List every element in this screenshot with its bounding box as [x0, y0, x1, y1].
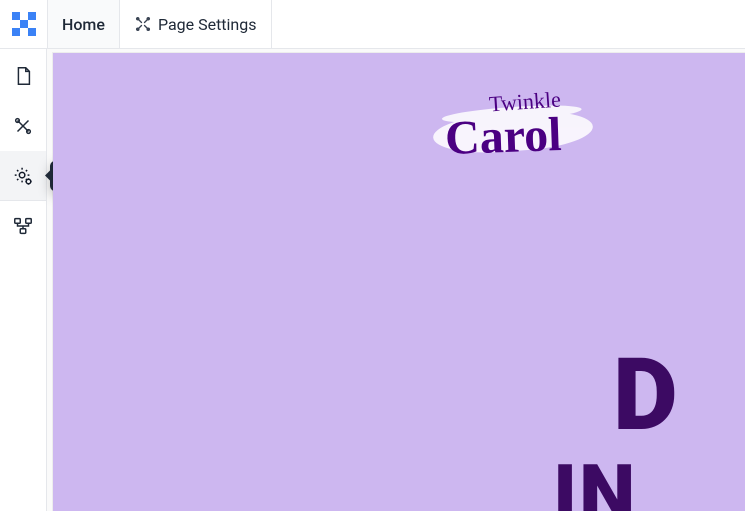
hero-line-1: D	[613, 353, 680, 438]
sidebar-item-components[interactable]	[0, 201, 46, 251]
app-body: Site Settings Twinkle Carol D IN	[0, 49, 745, 511]
tab-home[interactable]: Home	[48, 0, 120, 48]
app-logo[interactable]	[0, 0, 48, 48]
sidebar: Site Settings	[0, 49, 47, 511]
tab-page-settings[interactable]: Page Settings	[120, 0, 272, 48]
hero-line-2: IN	[553, 458, 680, 511]
sidebar-item-appearance[interactable]	[0, 101, 46, 151]
sidebar-item-site-settings[interactable]: Site Settings	[0, 151, 46, 201]
tab-label: Page Settings	[158, 15, 257, 34]
tools-icon	[134, 15, 152, 33]
design-icon	[12, 115, 34, 137]
hero-heading: D IN	[613, 353, 680, 511]
site-brand-logo: Twinkle Carol	[433, 91, 593, 161]
brand-text-main: Carol	[444, 107, 562, 166]
page-icon	[12, 65, 34, 87]
flow-icon	[12, 215, 34, 237]
page-canvas[interactable]: Twinkle Carol D IN	[53, 53, 745, 511]
tab-label: Home	[62, 15, 105, 34]
canvas-area: Twinkle Carol D IN	[47, 49, 745, 511]
app-logo-icon	[6, 6, 42, 42]
gear-icon	[12, 165, 34, 187]
sidebar-item-pages[interactable]	[0, 51, 46, 101]
top-bar: Home Page Settings	[0, 0, 745, 49]
